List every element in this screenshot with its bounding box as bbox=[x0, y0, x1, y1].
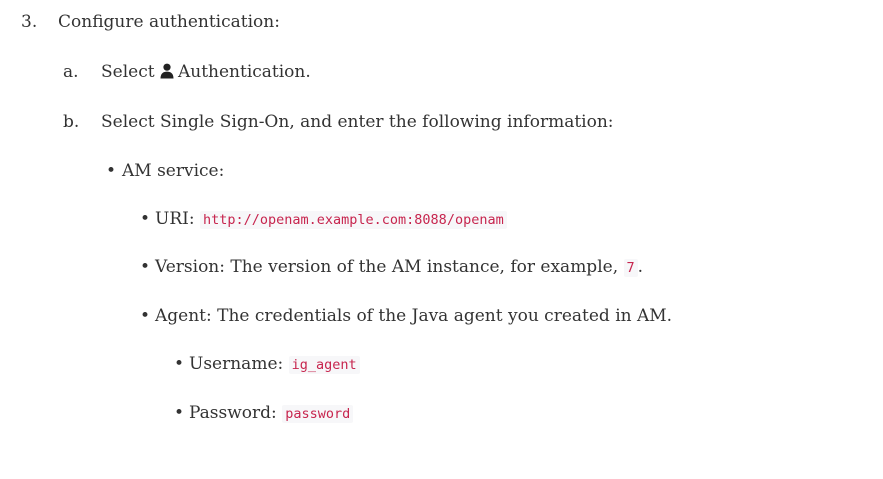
bullet-version: • bbox=[140, 257, 151, 277]
bullet-password: • bbox=[174, 403, 185, 423]
agent-label: Agent: The credentials of the Java agent… bbox=[155, 306, 673, 326]
password-label: Password: bbox=[189, 403, 277, 423]
step-a-prefix: Select bbox=[101, 62, 155, 82]
am-service-label: AM service: bbox=[122, 161, 225, 181]
uri-value: http://openam.example.com:8088/openam bbox=[199, 211, 507, 229]
step-a-line: Select Authentication. bbox=[101, 61, 311, 83]
step-a-marker: a. bbox=[63, 62, 79, 82]
bullet-username: • bbox=[174, 354, 185, 374]
username-label: Username: bbox=[189, 354, 284, 374]
uri-label: URI: bbox=[155, 209, 195, 229]
username-value: ig_agent bbox=[288, 356, 360, 374]
password-value: password bbox=[282, 405, 354, 423]
user-icon bbox=[160, 63, 174, 79]
step-3-text: Configure authentication: bbox=[58, 12, 280, 32]
version-line: Version: The version of the AM instance,… bbox=[155, 256, 643, 279]
username-line: Username: ig_agent bbox=[189, 353, 360, 376]
bullet-am-service: • bbox=[106, 161, 117, 181]
step-3-marker: 3. bbox=[21, 12, 38, 32]
password-line: Password: password bbox=[189, 402, 354, 425]
uri-line: URI: http://openam.example.com:8088/open… bbox=[155, 208, 507, 231]
step-b-text: Select Single Sign-On, and enter the fol… bbox=[101, 112, 614, 132]
version-end: . bbox=[637, 257, 644, 277]
step-b-marker: b. bbox=[63, 112, 80, 132]
step-a-suffix: Authentication. bbox=[177, 62, 311, 82]
bullet-agent: • bbox=[140, 306, 151, 326]
version-label: Version: The version of the AM instance,… bbox=[155, 257, 619, 277]
version-value: 7 bbox=[623, 259, 638, 277]
bullet-uri: • bbox=[140, 209, 151, 229]
